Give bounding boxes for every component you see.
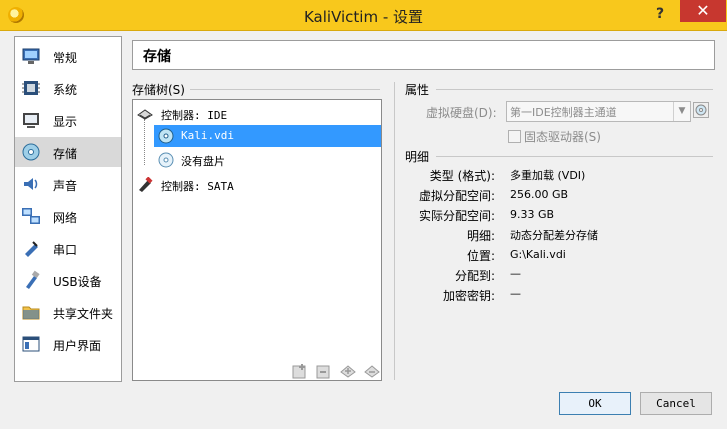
sidebar-item-network[interactable]: 网络: [15, 201, 121, 231]
hard-disk-icon: [158, 128, 174, 144]
optical-disc-icon: [158, 152, 174, 168]
remove-controller-icon[interactable]: [316, 363, 332, 379]
window-title: KaliVictim - 设置: [303, 8, 424, 26]
detail-encryption-key-label: 加密密钥:: [442, 289, 495, 303]
detail-attached-to-value: —: [510, 267, 521, 280]
tree-item-label: 没有盘片: [181, 155, 225, 168]
storage-tree[interactable]: 控制器: IDE Kali.vdi 没有盘片 控制器: SATA: [132, 99, 382, 381]
sidebar-item-usb[interactable]: USB设备: [15, 265, 121, 295]
sidebar-item-serial-port[interactable]: 串口: [15, 233, 121, 263]
detail-actual-size-label: 实际分配空间:: [418, 209, 495, 223]
detail-type-value: 多重加载 (VDI): [510, 169, 586, 182]
close-button[interactable]: ✕: [680, 0, 726, 22]
sidebar-item-system[interactable]: 系统: [15, 73, 121, 103]
detail-attached-to-label: 分配到:: [454, 269, 495, 283]
details-label: 明细: [405, 150, 430, 164]
cancel-button[interactable]: Cancel: [640, 392, 712, 415]
sidebar-item-storage[interactable]: 存储: [15, 137, 121, 167]
tree-item-label: 控制器: IDE: [161, 109, 228, 122]
ok-button[interactable]: OK: [559, 392, 631, 415]
tree-item-empty-disc[interactable]: 没有盘片: [133, 149, 381, 171]
settings-sidebar: 常规 系统 显示 存储 声音 网络 串口 USB设备 共享文件夹 用户界面: [14, 36, 122, 382]
storage-icon: [22, 143, 40, 161]
add-controller-icon[interactable]: [292, 363, 308, 379]
attributes-label: 属性: [405, 83, 430, 97]
page-title-box: 存储: [132, 40, 715, 70]
sidebar-item-label: 常规: [53, 51, 78, 65]
sidebar-item-label: 系统: [53, 83, 78, 97]
tree-item-ide-controller[interactable]: 控制器: IDE: [133, 103, 381, 125]
detail-encryption-key-value: —: [510, 287, 521, 300]
page-title: 存储: [143, 49, 171, 65]
detail-type-label: 类型 (格式):: [429, 169, 495, 183]
audio-icon: [24, 178, 38, 190]
add-attachment-icon[interactable]: [340, 363, 356, 379]
divider: [436, 156, 713, 157]
divider: [436, 89, 713, 90]
tree-item-sata-controller[interactable]: 控制器: SATA: [133, 174, 381, 196]
chevron-down-icon: ▼: [673, 102, 690, 121]
detail-virtual-size-label: 虚拟分配空间:: [418, 189, 495, 203]
detail-actual-size-value: 9.33 GB: [510, 208, 555, 221]
user-interface-icon: [22, 336, 40, 352]
sidebar-item-general[interactable]: 常规: [15, 41, 121, 71]
sidebar-item-label: 串口: [53, 243, 78, 257]
sidebar-item-label: 用户界面: [53, 339, 102, 353]
detail-virtual-size-value: 256.00 GB: [510, 188, 569, 201]
divider: [190, 89, 380, 90]
virtual-disk-select[interactable]: 第一IDE控制器主通道 ▼: [506, 101, 691, 122]
ssd-checkbox[interactable]: [508, 130, 521, 143]
detail-details-value: 动态分配差分存储: [510, 229, 598, 242]
remove-attachment-icon[interactable]: [364, 363, 380, 379]
ssd-label: 固态驱动器(S): [524, 130, 601, 144]
general-icon: [22, 48, 40, 64]
sidebar-item-label: 显示: [53, 115, 78, 129]
network-icon: [22, 208, 40, 224]
tree-item-hard-disk[interactable]: Kali.vdi: [133, 125, 381, 147]
sata-controller-icon: [139, 177, 153, 192]
sidebar-item-label: 声音: [53, 179, 78, 193]
sidebar-item-audio[interactable]: 声音: [15, 169, 121, 199]
sidebar-item-label: 共享文件夹: [53, 307, 114, 321]
sidebar-item-shared-folders[interactable]: 共享文件夹: [15, 297, 121, 327]
sidebar-item-label: USB设备: [53, 275, 102, 289]
shared-folder-icon: [22, 306, 40, 320]
sidebar-item-label: 网络: [53, 211, 78, 225]
sidebar-item-display[interactable]: 显示: [15, 105, 121, 135]
usb-icon: [26, 270, 40, 289]
tree-item-label: 控制器: SATA: [161, 180, 234, 193]
virtual-disk-value: 第一IDE控制器主通道: [510, 106, 617, 119]
vertical-divider: [394, 82, 395, 380]
choose-disk-icon[interactable]: [693, 102, 709, 118]
serial-port-icon: [25, 241, 38, 257]
help-button[interactable]: ?: [646, 3, 674, 25]
detail-location-label: 位置:: [466, 249, 495, 263]
title-bar: KaliVictim - 设置 ? ✕: [0, 0, 727, 31]
virtual-disk-label: 虚拟硬盘(D):: [426, 106, 497, 120]
sidebar-item-label: 存储: [53, 147, 78, 161]
storage-tree-label: 存储树(S): [132, 83, 185, 97]
system-icon: [22, 81, 40, 95]
detail-location-value: G:\Kali.vdi: [510, 248, 566, 261]
detail-details-label: 明细:: [466, 229, 495, 243]
sidebar-item-user-interface[interactable]: 用户界面: [15, 329, 121, 359]
display-icon: [23, 113, 39, 128]
tree-item-label: Kali.vdi: [181, 129, 234, 142]
ide-controller-icon: [137, 109, 153, 120]
